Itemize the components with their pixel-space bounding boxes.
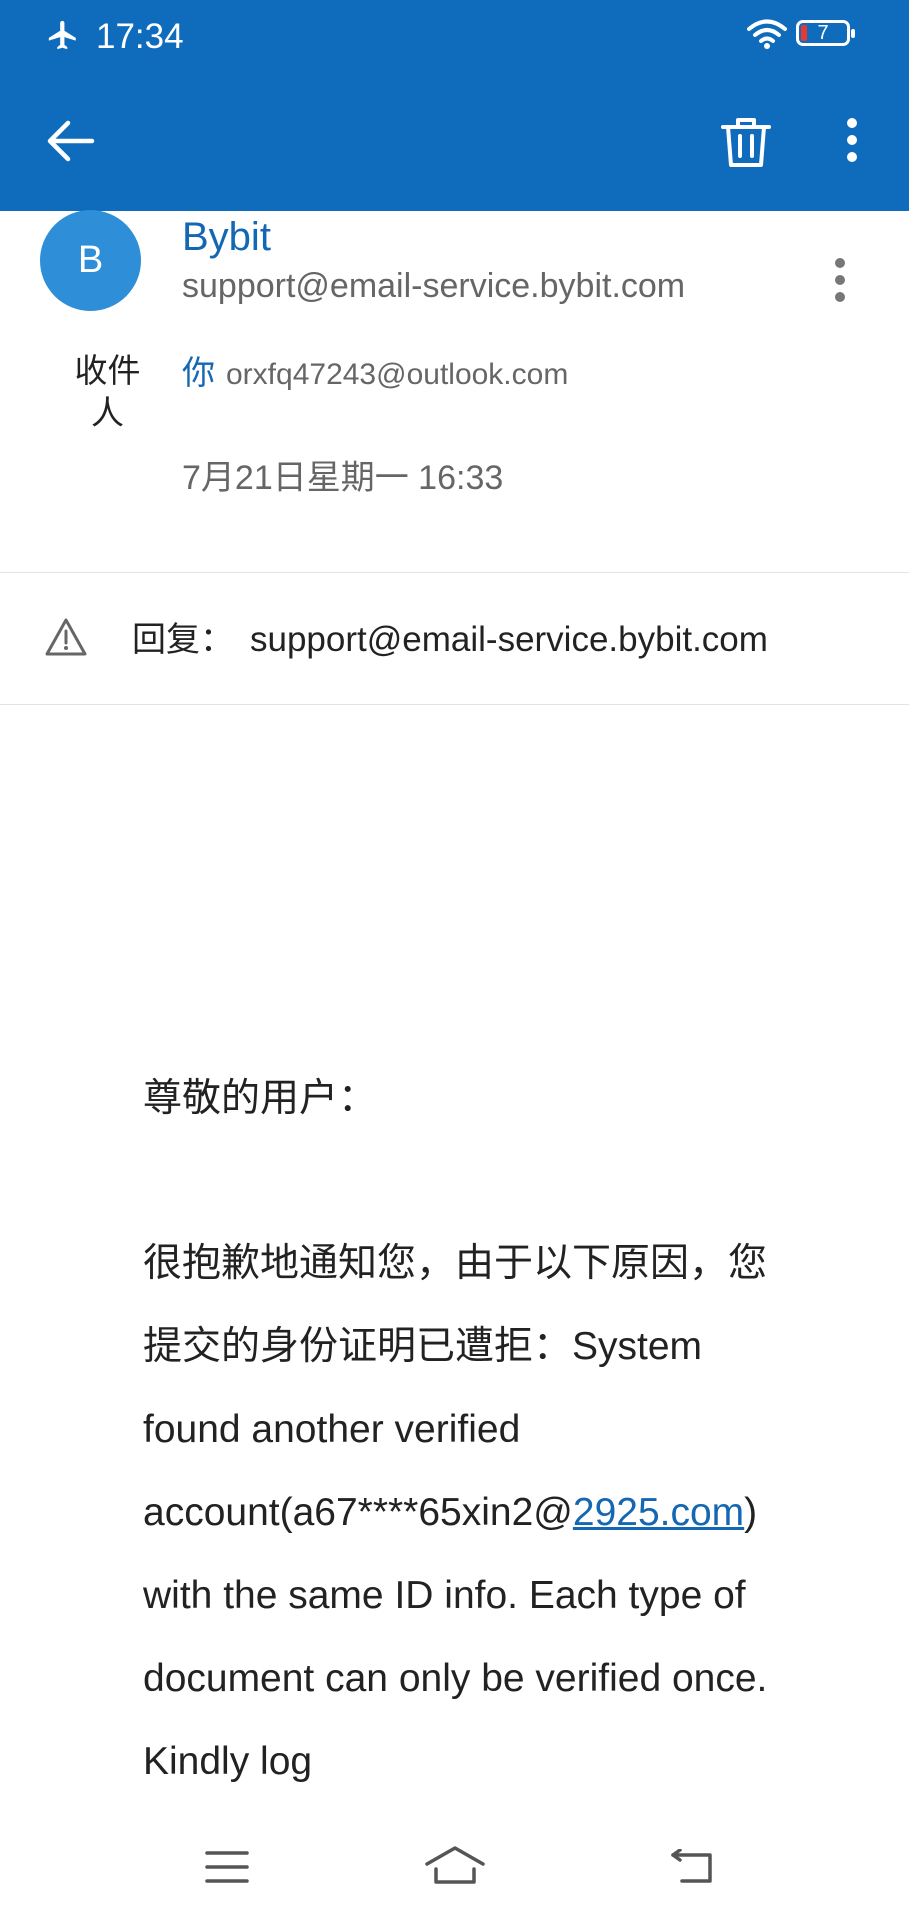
home-icon[interactable]: [424, 1845, 486, 1885]
battery-icon: 7: [796, 20, 855, 46]
wifi-icon: [747, 19, 787, 49]
battery-level: 7: [817, 22, 829, 44]
menu-icon[interactable]: [204, 1849, 250, 1885]
sender-name[interactable]: Bybit: [182, 212, 271, 262]
recipient-address[interactable]: orxfq47243@outlook.com: [226, 354, 568, 396]
warning-triangle-icon: [45, 618, 87, 656]
status-time: 17:34: [96, 17, 184, 56]
delete-trash-icon[interactable]: [721, 115, 771, 169]
reply-to-address[interactable]: support@email-service.bybit.com: [250, 618, 768, 662]
email-link[interactable]: 2925.com: [573, 1491, 744, 1534]
email-body-paragraph: 很抱歉地通知您，由于以下原因，您提交的身份证明已遭拒：System found …: [143, 1222, 783, 1803]
back-arrow-icon[interactable]: [44, 118, 96, 164]
recipients-label: 收件人: [74, 352, 141, 431]
airplane-mode-icon: [48, 20, 76, 50]
app-header: 17:34 7: [0, 0, 909, 211]
body-text-after-link: ) with the same ID info. Each type of do…: [143, 1491, 768, 1783]
message-date: 7月21日星期一 16:33: [182, 459, 504, 497]
battery-cap: [851, 29, 855, 38]
email-greeting: 尊敬的用户：: [143, 1077, 378, 1120]
reply-to-label: 回复：: [132, 621, 234, 659]
message-more-icon[interactable]: [826, 256, 854, 306]
avatar[interactable]: B: [40, 210, 141, 311]
back-icon[interactable]: [670, 1849, 716, 1885]
divider: [0, 704, 909, 705]
sender-email[interactable]: support@email-service.bybit.com: [182, 264, 685, 308]
status-bar: 17:34 7: [0, 0, 909, 75]
divider: [0, 572, 909, 573]
more-vertical-icon[interactable]: [842, 117, 862, 163]
recipient-you[interactable]: 你: [182, 352, 215, 394]
